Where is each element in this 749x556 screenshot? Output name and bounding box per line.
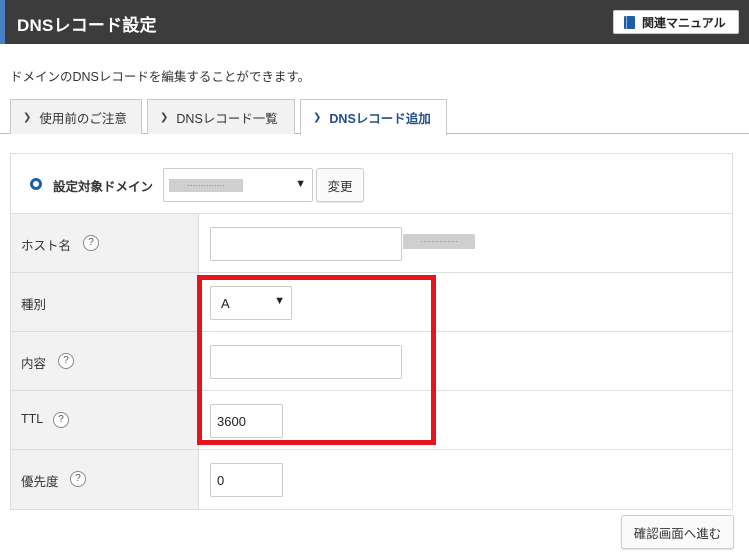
help-icon[interactable]: ?	[70, 471, 86, 487]
related-manual-button[interactable]: 関連マニュアル	[613, 10, 739, 34]
ttl-input[interactable]: 3600	[210, 404, 283, 438]
ttl-row: TTL ? 3600	[11, 391, 732, 450]
proceed-to-confirm-button[interactable]: 確認画面へ進む	[621, 515, 734, 549]
domain-selector-label: 設定対象ドメイン	[53, 180, 154, 194]
help-icon[interactable]: ?	[58, 353, 74, 369]
masked-host-suffix: ··············	[403, 234, 475, 249]
content-label-cell: 内容 ?	[11, 332, 199, 390]
dns-record-form: 設定対象ドメイン ·············· ▼ 変更 ホスト名 ? ····…	[10, 153, 733, 510]
tab-label: 使用前のご注意	[39, 111, 127, 126]
tab-label: DNSレコード一覧	[176, 111, 278, 126]
host-input[interactable]	[210, 227, 402, 261]
content-input[interactable]	[210, 345, 402, 379]
masked-domain: ··············	[169, 179, 243, 192]
type-label-cell: 種別	[11, 273, 199, 331]
domain-selector-row: 設定対象ドメイン ·············· ▼ 変更	[11, 154, 732, 214]
type-label: 種別	[21, 298, 47, 312]
tab-label: DNSレコード追加	[329, 112, 431, 126]
page-description: ドメインのDNSレコードを編集することができます。	[10, 70, 311, 84]
priority-input[interactable]: 0	[210, 463, 283, 497]
type-row: 種別 A ▼	[11, 273, 732, 332]
content-label: 内容	[21, 357, 47, 371]
chevron-down-icon: ▼	[295, 178, 306, 190]
tab-dns-record-list[interactable]: ❯ DNSレコード一覧	[147, 99, 295, 134]
book-icon	[624, 15, 635, 29]
page-title: DNSレコード設定	[17, 16, 157, 35]
tab-bar: ❯ 使用前のご注意 ❯ DNSレコード一覧 ❯ DNSレコード追加	[0, 99, 749, 135]
tab-usage-notes[interactable]: ❯ 使用前のご注意	[10, 99, 142, 134]
host-label: ホスト名	[21, 239, 72, 253]
priority-label-cell: 優先度 ?	[11, 450, 199, 509]
help-icon[interactable]: ?	[53, 412, 69, 428]
priority-label: 優先度	[21, 475, 59, 489]
chevron-right-icon: ❯	[160, 111, 169, 123]
chevron-down-icon: ❯	[313, 112, 322, 123]
chevron-down-icon: ▼	[274, 295, 285, 307]
tab-dns-record-add[interactable]: ❯ DNSレコード追加	[300, 99, 447, 135]
host-row: ホスト名 ? ··············	[11, 214, 732, 273]
radio-selected-icon[interactable]	[30, 178, 42, 190]
content-row: 内容 ?	[11, 332, 732, 391]
related-manual-label: 関連マニュアル	[642, 15, 726, 30]
host-label-cell: ホスト名 ?	[11, 214, 199, 272]
record-type-value: A	[221, 295, 230, 311]
ttl-label-cell: TTL ?	[11, 391, 199, 449]
chevron-right-icon: ❯	[23, 111, 32, 123]
record-type-select[interactable]: A ▼	[210, 286, 292, 320]
help-icon[interactable]: ?	[83, 235, 99, 251]
priority-row: 優先度 ? 0	[11, 450, 732, 509]
ttl-label: TTL	[21, 412, 44, 426]
domain-select[interactable]: ·············· ▼	[163, 168, 313, 202]
change-domain-button[interactable]: 変更	[316, 168, 364, 202]
page-header: DNSレコード設定 関連マニュアル	[0, 0, 749, 44]
